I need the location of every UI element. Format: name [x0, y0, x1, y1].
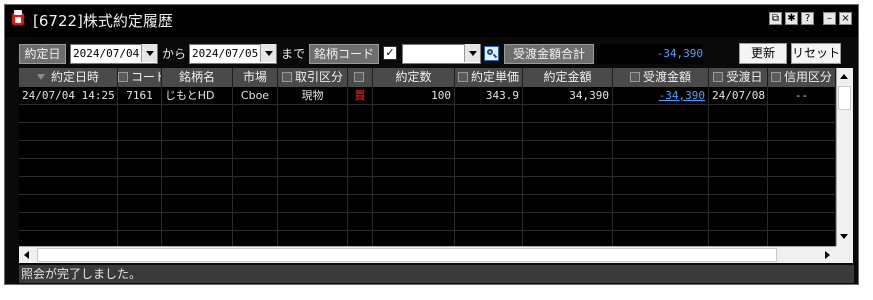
header-quantity[interactable]: 約定数	[373, 68, 455, 87]
column-checkbox-icon[interactable]	[281, 72, 292, 82]
cell-name: じもとHD	[162, 87, 233, 105]
restore-icon[interactable]: ⧉	[769, 12, 782, 25]
cell-settlement-date: 24/07/08	[709, 87, 768, 105]
filter-toolbar: 約定日 2024/07/04 から 2024/07/05 まで 銘柄コード ✓ …	[19, 43, 854, 65]
header-settlement-date[interactable]: 受渡日	[709, 68, 768, 87]
cell-trade-type: 現物	[278, 87, 348, 105]
column-checkbox-icon[interactable]	[118, 72, 128, 82]
title-bar[interactable]: [6722]株式約定履歴 ⧉ ✱ ? – ×	[5, 5, 858, 37]
vertical-scroll-thumb[interactable]	[838, 86, 851, 110]
vertical-scrollbar[interactable]	[836, 68, 853, 246]
close-icon[interactable]: ×	[839, 12, 852, 25]
date-label: 約定日	[19, 44, 66, 64]
from-label: から	[162, 47, 187, 61]
empty-row	[19, 177, 836, 195]
trade-grid: 約定日時 コード 銘柄名 市場 取引区分 約定数 約定単価 約定金額 受渡金額 …	[19, 68, 836, 246]
header-margin-type[interactable]: 信用区分	[768, 68, 836, 87]
column-checkbox-icon[interactable]	[457, 72, 468, 82]
cell-amount: 34,390	[523, 87, 613, 105]
date-from-dropdown-icon[interactable]	[141, 44, 157, 62]
sort-down-icon	[36, 74, 45, 80]
search-icon[interactable]	[484, 46, 499, 61]
column-checkbox-icon[interactable]	[353, 72, 364, 82]
grid-header: 約定日時 コード 銘柄名 市場 取引区分 約定数 約定単価 約定金額 受渡金額 …	[19, 68, 836, 87]
pin-icon[interactable]: ✱	[785, 12, 798, 25]
table-row[interactable]: 24/07/04 14:25 7161 じもとHD Cboe 現物 買 100 …	[19, 87, 836, 105]
horizontal-scrollbar[interactable]	[19, 246, 836, 263]
empty-row	[19, 141, 836, 159]
cell-market: Cboe	[233, 87, 278, 105]
date-to-dropdown-icon[interactable]	[260, 44, 276, 62]
help-icon[interactable]: ?	[801, 12, 814, 25]
code-checkbox[interactable]: ✓	[383, 46, 397, 60]
refresh-button[interactable]: 更新	[739, 43, 787, 64]
empty-row	[19, 105, 836, 123]
cell-unit-price: 343.9	[455, 87, 523, 105]
status-bar: 照会が完了しました。	[19, 265, 854, 283]
header-trade-type[interactable]: 取引区分	[278, 68, 348, 87]
header-settlement-amount[interactable]: 受渡金額	[613, 68, 709, 87]
header-market[interactable]: 市場	[233, 68, 278, 87]
empty-row	[19, 123, 836, 141]
reset-button[interactable]: リセット	[791, 43, 841, 64]
empty-row	[19, 195, 836, 213]
scroll-left-icon[interactable]	[19, 247, 34, 264]
header-datetime[interactable]: 約定日時	[19, 68, 118, 87]
header-code[interactable]: コード	[118, 68, 162, 87]
settlement-amount-link[interactable]: -34,390	[659, 89, 705, 102]
cell-datetime: 24/07/04 14:25	[19, 87, 118, 105]
header-amount[interactable]: 約定金額	[523, 68, 613, 87]
cell-code: 7161	[118, 87, 162, 105]
cell-settlement-amount[interactable]: -34,390	[613, 87, 709, 105]
column-checkbox-icon[interactable]	[713, 72, 724, 82]
scroll-corner	[836, 246, 853, 263]
trade-history-window: [6722]株式約定履歴 ⧉ ✱ ? – × 約定日 2024/07/04 から…	[4, 4, 859, 285]
window-title: [6722]株式約定履歴	[33, 12, 173, 30]
column-checkbox-icon[interactable]	[770, 72, 781, 82]
empty-row	[19, 213, 836, 231]
horizontal-scroll-thumb[interactable]	[37, 248, 777, 262]
window-controls: ⧉ ✱ ? – ×	[769, 12, 852, 25]
empty-row	[19, 231, 836, 246]
total-value: -34,390	[597, 44, 703, 64]
scroll-right-icon[interactable]	[820, 247, 835, 264]
column-checkbox-icon[interactable]	[629, 72, 640, 82]
code-dropdown-icon[interactable]	[464, 44, 480, 62]
empty-row	[19, 159, 836, 177]
code-label: 銘柄コード	[309, 44, 379, 64]
header-side[interactable]	[348, 68, 373, 87]
total-label: 受渡金額合計	[504, 44, 594, 64]
cell-margin-type: --	[768, 87, 836, 105]
scroll-up-icon[interactable]	[837, 68, 852, 85]
header-unit-price[interactable]: 約定単価	[455, 68, 523, 87]
cell-side: 買	[348, 87, 373, 105]
cell-quantity: 100	[373, 87, 455, 105]
app-logo-icon	[12, 10, 24, 25]
scroll-down-icon[interactable]	[837, 228, 852, 245]
header-name[interactable]: 銘柄名	[162, 68, 233, 87]
minimize-icon[interactable]: –	[823, 12, 836, 25]
to-label: まで	[281, 47, 306, 61]
